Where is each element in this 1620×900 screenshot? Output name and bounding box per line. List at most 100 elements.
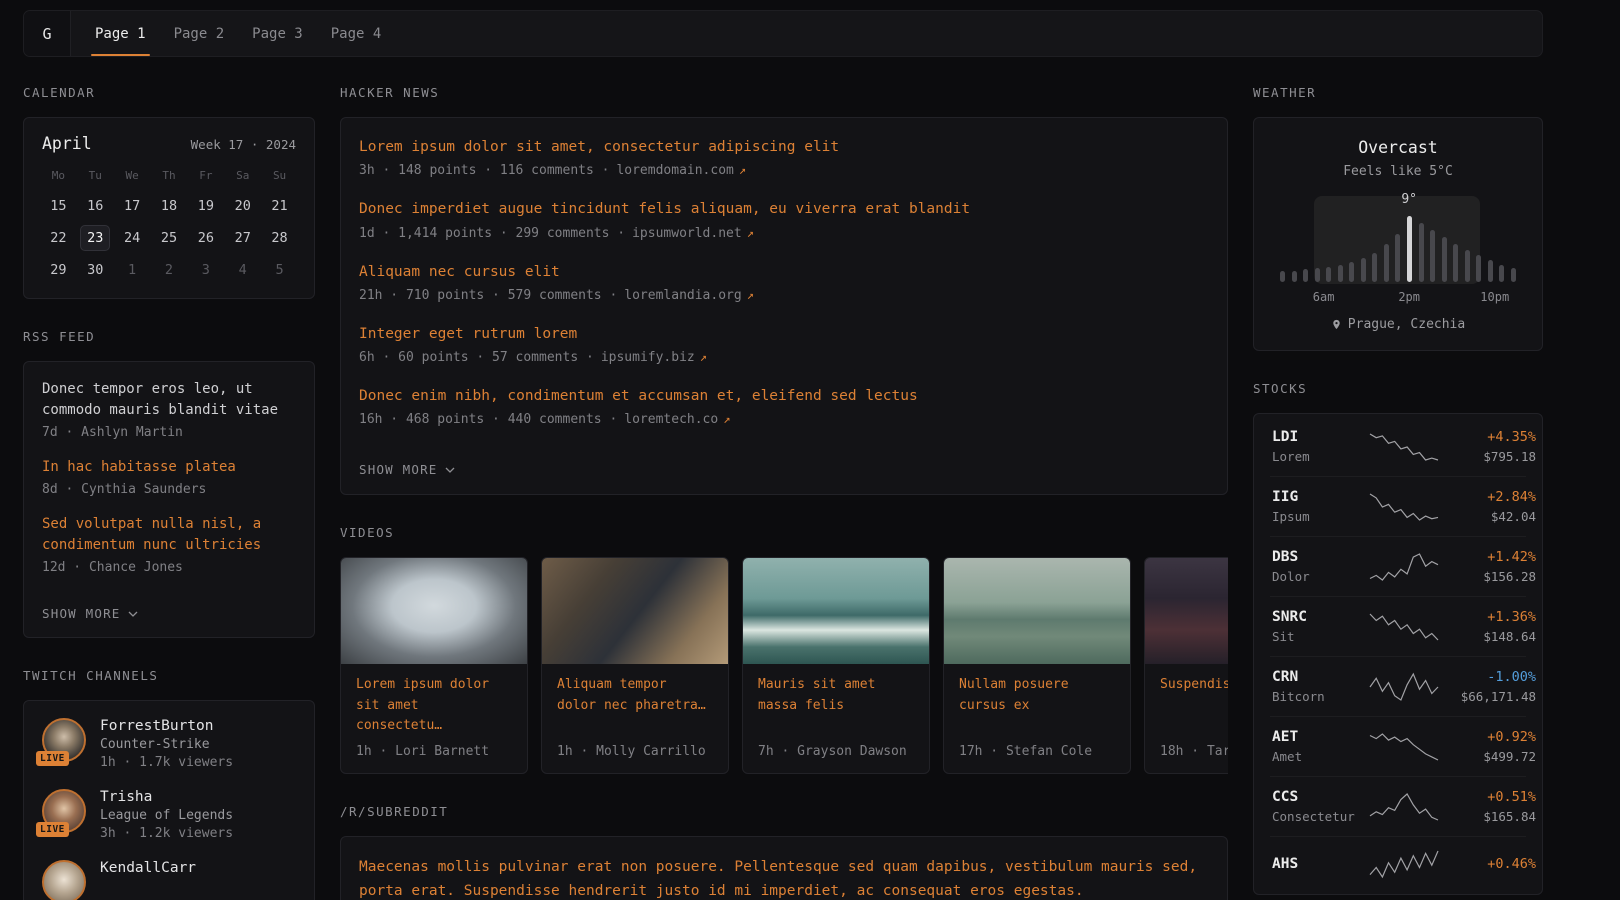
hn-item-meta: 3h · 148 points · 116 comments · loremdo… bbox=[359, 163, 1209, 178]
stock-price: $42.04 bbox=[1440, 509, 1536, 524]
dow-tu: Tu bbox=[77, 159, 114, 190]
calendar-day: 16 bbox=[77, 190, 114, 222]
tab-page-3[interactable]: Page 3 bbox=[238, 11, 317, 56]
stocks-card: LDILorem +4.35%$795.18 IIGIpsum +2.84%$4… bbox=[1253, 413, 1543, 895]
stock-name: Dolor bbox=[1272, 569, 1368, 584]
stock-row[interactable]: AHS +0.46% bbox=[1270, 836, 1526, 891]
stock-change: +1.42% bbox=[1440, 549, 1536, 565]
calendar-week-year: Week 17 · 2024 bbox=[191, 137, 296, 152]
channel-name-link[interactable]: KendallCarr bbox=[100, 860, 196, 876]
live-badge: LIVE bbox=[36, 751, 69, 766]
stock-row[interactable]: CCSConsectetur +0.51%$165.84 bbox=[1270, 776, 1526, 836]
hn-show-more-button[interactable]: SHOW MORE bbox=[359, 462, 455, 477]
weather-condition: Overcast bbox=[1274, 138, 1522, 157]
stock-price: $66,171.48 bbox=[1440, 689, 1536, 704]
stock-row[interactable]: AETAmet +0.92%$499.72 bbox=[1270, 716, 1526, 776]
hn-item: Aliquam nec cursus elit 21h · 710 points… bbox=[359, 262, 1209, 303]
video-title-link[interactable]: Mauris sit amet massa felis bbox=[743, 664, 929, 717]
rss-item-link[interactable]: Donec tempor eros leo, ut commodo mauris… bbox=[42, 379, 296, 421]
video-card[interactable]: Nullam posuere cursus ex 17h · Stefan Co… bbox=[943, 557, 1131, 773]
video-title-link[interactable]: Lorem ipsum dolor sit amet consectetu… bbox=[341, 664, 527, 737]
video-thumbnail bbox=[1145, 558, 1228, 664]
hn-item-meta: 16h · 468 points · 440 comments · loremt… bbox=[359, 412, 1209, 427]
rss-item-link[interactable]: Sed volutpat nulla nisl, a condimentum n… bbox=[42, 514, 296, 556]
stock-price: $156.28 bbox=[1440, 569, 1536, 584]
stock-change: +1.36% bbox=[1440, 609, 1536, 625]
video-title-link[interactable]: Nullam posuere cursus ex bbox=[944, 664, 1130, 717]
hn-domain-link[interactable]: loremlandia.org↗ bbox=[624, 288, 754, 303]
stock-sparkline bbox=[1368, 612, 1440, 642]
calendar-day: 29 bbox=[40, 254, 77, 286]
video-card[interactable]: Mauris sit amet massa felis 7h · Grayson… bbox=[742, 557, 930, 773]
stock-symbol: AHS bbox=[1272, 856, 1368, 872]
stock-change: +0.46% bbox=[1440, 856, 1536, 872]
main-content: CALENDAR April Week 17 · 2024 Mo Tu We T… bbox=[23, 57, 1543, 900]
channel-avatar-wrap: LIVE bbox=[42, 789, 86, 833]
tab-page-2[interactable]: Page 2 bbox=[160, 11, 239, 56]
dow-we: We bbox=[114, 159, 151, 190]
videos-row: Lorem ipsum dolor sit amet consectetu… 1… bbox=[340, 557, 1228, 773]
subreddit-widget: /R/SUBREDDIT Maecenas mollis pulvinar er… bbox=[340, 804, 1228, 900]
video-card[interactable]: Aliquam tempor dolor nec pharetra… 1h · … bbox=[541, 557, 729, 773]
weather-bars bbox=[1280, 212, 1516, 282]
tab-page-1[interactable]: Page 1 bbox=[81, 11, 160, 56]
hn-domain-link[interactable]: loremtech.co↗ bbox=[624, 412, 730, 427]
video-card[interactable]: Lorem ipsum dolor sit amet consectetu… 1… bbox=[340, 557, 528, 773]
hn-item-title-link[interactable]: Donec enim nibh, condimentum et accumsan… bbox=[359, 386, 1209, 406]
videos-section-title: VIDEOS bbox=[340, 525, 1228, 540]
hn-item-title-link[interactable]: Lorem ipsum dolor sit amet, consectetur … bbox=[359, 137, 1209, 157]
stock-sparkline bbox=[1368, 432, 1440, 462]
twitch-widget: TWITCH CHANNELS LIVE ForrestBurton Count… bbox=[23, 668, 315, 900]
rss-show-more-button[interactable]: SHOW MORE bbox=[42, 606, 138, 621]
stocks-widget: STOCKS LDILorem +4.35%$795.18 IIGIpsum +… bbox=[1253, 381, 1543, 895]
video-meta: 1h · Molly Carrillo bbox=[542, 738, 728, 773]
stock-name: Sit bbox=[1272, 629, 1368, 644]
hn-item-title-link[interactable]: Aliquam nec cursus elit bbox=[359, 262, 1209, 282]
calendar-day: 27 bbox=[224, 222, 261, 254]
rss-item-link[interactable]: In hac habitasse platea bbox=[42, 457, 296, 478]
twitch-channel: LIVE ForrestBurton Counter-Strike 1h · 1… bbox=[42, 718, 296, 770]
stock-row[interactable]: DBSDolor +1.42%$156.28 bbox=[1270, 536, 1526, 596]
stock-sparkline bbox=[1368, 732, 1440, 762]
calendar-section-title: CALENDAR bbox=[23, 85, 315, 100]
calendar-day-next-month: 2 bbox=[151, 254, 188, 286]
hn-item-title-link[interactable]: Integer eget rutrum lorem bbox=[359, 324, 1209, 344]
avatar[interactable] bbox=[42, 860, 86, 900]
external-link-icon: ↗ bbox=[747, 288, 754, 302]
stock-row[interactable]: LDILorem +4.35%$795.18 bbox=[1270, 417, 1526, 476]
twitch-section-title: TWITCH CHANNELS bbox=[23, 668, 315, 683]
external-link-icon: ↗ bbox=[723, 412, 730, 426]
video-title-link[interactable]: Aliquam tempor dolor nec pharetra… bbox=[542, 664, 728, 717]
stock-price: $148.64 bbox=[1440, 629, 1536, 644]
calendar-day: 22 bbox=[40, 222, 77, 254]
weather-card: Overcast Feels like 5°C 9° 6am 2pm 10pm bbox=[1253, 117, 1543, 351]
hn-domain-link[interactable]: ipsumify.biz↗ bbox=[601, 350, 707, 365]
calendar-day-next-month: 5 bbox=[261, 254, 298, 286]
stock-symbol: SNRC bbox=[1272, 609, 1368, 625]
hn-domain-link[interactable]: ipsumworld.net↗ bbox=[632, 226, 754, 241]
channel-name-link[interactable]: Trisha bbox=[100, 789, 233, 805]
dow-su: Su bbox=[261, 159, 298, 190]
stock-name: Bitcorn bbox=[1272, 689, 1368, 704]
video-title-link[interactable]: Suspendisse diam bbox=[1145, 664, 1228, 697]
video-thumbnail bbox=[341, 558, 527, 664]
stock-change: +0.51% bbox=[1440, 789, 1536, 805]
video-card[interactable]: Suspendisse diam 18h · Tara bbox=[1144, 557, 1228, 773]
subreddit-post-title-link[interactable]: Maecenas mollis pulvinar erat non posuer… bbox=[359, 856, 1209, 900]
stock-symbol: LDI bbox=[1272, 429, 1368, 445]
twitch-channel: LIVE Trisha League of Legends 3h · 1.2k … bbox=[42, 789, 296, 841]
tab-page-4[interactable]: Page 4 bbox=[317, 11, 396, 56]
calendar-day-selected: 23 bbox=[77, 222, 114, 254]
weather-peak-temp: 9° bbox=[1401, 192, 1417, 207]
channel-name-link[interactable]: ForrestBurton bbox=[100, 718, 233, 734]
hn-domain-link[interactable]: loremdomain.com↗ bbox=[616, 163, 746, 178]
page-container: G Page 1 Page 2 Page 3 Page 4 CALENDAR A… bbox=[23, 10, 1543, 900]
weather-widget: WEATHER Overcast Feels like 5°C 9° 6am 2… bbox=[1253, 85, 1543, 351]
app-logo[interactable]: G bbox=[24, 11, 71, 56]
stock-row[interactable]: CRNBitcorn -1.00%$66,171.48 bbox=[1270, 656, 1526, 716]
stock-row[interactable]: IIGIpsum +2.84%$42.04 bbox=[1270, 476, 1526, 536]
stock-change: +4.35% bbox=[1440, 429, 1536, 445]
hn-item-title-link[interactable]: Donec imperdiet augue tincidunt felis al… bbox=[359, 199, 1209, 219]
stock-row[interactable]: SNRCSit +1.36%$148.64 bbox=[1270, 596, 1526, 656]
stock-symbol: DBS bbox=[1272, 549, 1368, 565]
